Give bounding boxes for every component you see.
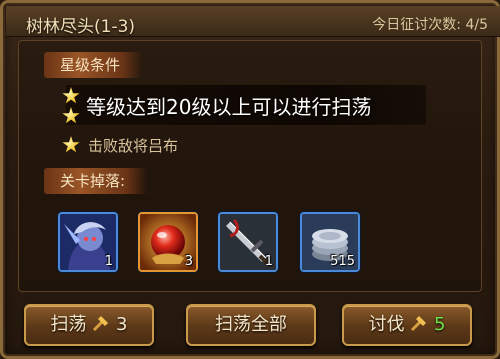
attack-button[interactable]: 讨伐 5 bbox=[342, 304, 472, 346]
stamina-hammer-icon bbox=[93, 316, 109, 332]
sweep-requirement-text: 等级达到20级以上可以进行扫荡 bbox=[86, 95, 372, 119]
sweep-button-label: 扫荡 bbox=[50, 314, 87, 335]
drop-quantity: 3 bbox=[184, 254, 193, 269]
star-conditions-label: 星级条件 bbox=[44, 52, 143, 78]
drop-item-coins[interactable]: 515 bbox=[300, 212, 360, 272]
daily-attempts: 今日征讨次数: 4/5 bbox=[372, 17, 488, 33]
stamina-hammer-icon bbox=[411, 316, 427, 332]
star-condition-text: 击败敌将吕布 bbox=[88, 137, 179, 155]
drops-label: 关卡掉落: bbox=[44, 168, 148, 194]
stage-title: 树林尽头(1-3) bbox=[26, 17, 136, 37]
drop-quantity: 1 bbox=[264, 254, 273, 269]
attack-button-label: 讨伐 bbox=[368, 314, 405, 335]
drop-quantity: 515 bbox=[330, 254, 355, 269]
drop-item-orb[interactable]: 3 bbox=[138, 212, 198, 272]
drop-item-hero[interactable]: 1 bbox=[58, 212, 118, 272]
drop-quantity: 1 bbox=[104, 254, 113, 269]
title-bar: 树林尽头(1-3) 今日征讨次数: 4/5 bbox=[6, 6, 500, 37]
attack-cost: 5 bbox=[434, 314, 446, 335]
drop-item-sword[interactable]: 1 bbox=[218, 212, 278, 272]
sweep-all-button-label: 扫荡全部 bbox=[215, 314, 287, 335]
sweep-button[interactable]: 扫荡 3 bbox=[24, 304, 154, 346]
sweep-all-button[interactable]: 扫荡全部 bbox=[186, 304, 316, 346]
sweep-cost: 3 bbox=[116, 314, 128, 335]
